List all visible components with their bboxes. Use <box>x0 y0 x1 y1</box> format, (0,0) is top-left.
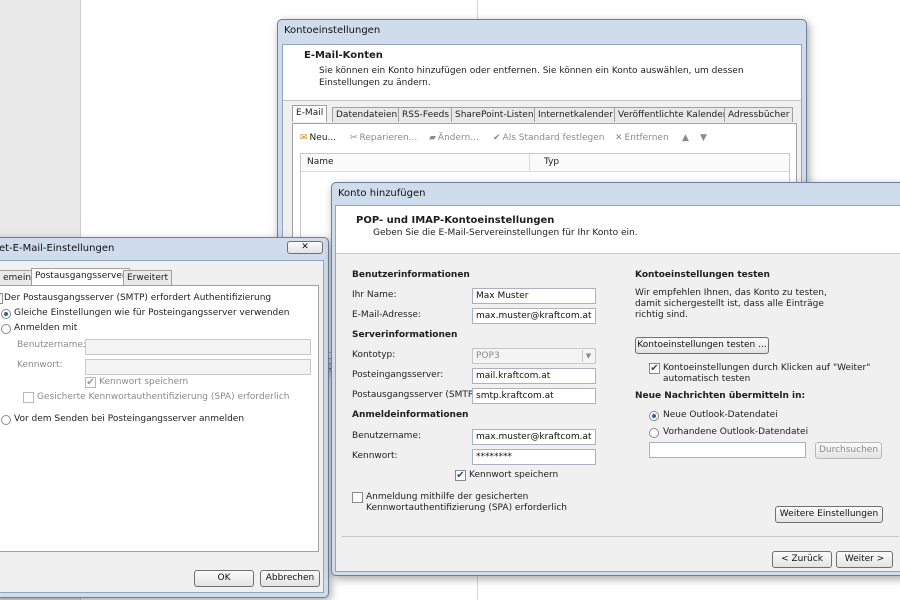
save-password-checkbox[interactable]: ✔ <box>455 470 466 481</box>
account-list-header: Name Typ <box>301 154 789 172</box>
spa-label: Anmeldung mithilfe der gesicherten Kennw… <box>366 492 567 513</box>
change-button[interactable]: ▰ Ändern... <box>429 133 479 143</box>
next-button[interactable]: Weiter > <box>836 551 893 568</box>
new-account-button[interactable]: ✉ Neu... <box>300 133 336 143</box>
save-password-checkbox[interactable]: ✔ <box>85 377 96 388</box>
new-mail-icon: ✉ <box>300 133 308 143</box>
close-button[interactable]: ✕ <box>287 241 323 254</box>
auto-test-label: Kontoeinstellungen durch Klicken auf "We… <box>663 363 871 384</box>
name-label: Ihr Name: <box>352 290 397 300</box>
account-tabs: E-Mail Datendateien RSS-Feeds SharePoint… <box>292 105 797 123</box>
username-field[interactable] <box>85 339 311 355</box>
login-with-label: Anmelden mit <box>14 323 78 333</box>
chevron-down-icon: ▼ <box>582 350 594 362</box>
internet-email-settings-window: et-E-Mail-Einstellungen ✕ emein Postausg… <box>0 237 329 598</box>
existing-datafile-label: Vorhandene Outlook-Datendatei <box>663 427 809 437</box>
add-account-window: Konto hinzufügen POP- und IMAP-Kontoeins… <box>331 182 900 576</box>
account-type-label: Kontotyp: <box>352 350 396 360</box>
column-name[interactable]: Name <box>307 157 334 167</box>
repair-icon: ✂ <box>350 133 358 143</box>
footer-divider <box>342 536 899 537</box>
username-label: Benutzername: <box>352 431 422 441</box>
same-settings-radio[interactable] <box>1 309 11 319</box>
username-field[interactable]: max.muster@kraftcom.at <box>472 429 596 445</box>
login-before-send-radio[interactable] <box>1 415 11 425</box>
server-info-heading: Serverinformationen <box>352 330 458 340</box>
header-title: E-Mail-Konten <box>304 50 383 61</box>
new-datafile-label: Neue Outlook-Datendatei <box>663 410 778 420</box>
header-title: POP- und IMAP-Kontoeinstellungen <box>356 215 555 226</box>
email-field[interactable]: max.muster@kraftcom.at <box>472 308 596 324</box>
tab-internet-calendar[interactable]: Internetkalender <box>534 107 617 122</box>
repair-button[interactable]: ✂ Reparieren... <box>350 133 417 143</box>
cancel-button[interactable]: Abbrechen <box>260 570 320 587</box>
auto-test-checkbox[interactable]: ✔ <box>649 363 660 374</box>
move-down-icon[interactable]: ▼ <box>700 133 707 143</box>
spa-checkbox[interactable] <box>352 492 363 503</box>
same-settings-label: Gleiche Einstellungen wie für Posteingan… <box>14 308 290 318</box>
test-heading: Kontoeinstellungen testen <box>635 270 770 280</box>
move-up-icon[interactable]: ▲ <box>682 133 689 143</box>
login-before-send-label: Vor dem Senden bei Posteingangsserver an… <box>14 414 245 424</box>
add-account-header: POP- und IMAP-Kontoeinstellungen Geben S… <box>336 206 900 254</box>
tab-address-books[interactable]: Adressbücher <box>724 107 794 122</box>
login-info-heading: Anmeldeinformationen <box>352 410 469 420</box>
tab-advanced[interactable]: Erweitert <box>123 270 173 285</box>
account-type-select[interactable]: POP3 ▼ <box>472 348 596 364</box>
new-datafile-radio[interactable] <box>649 411 659 421</box>
smtp-auth-label: Der Postausgangsserver (SMTP) erfordert … <box>4 293 272 303</box>
column-divider <box>529 154 530 172</box>
change-icon: ▰ <box>429 133 436 143</box>
spa-label: Gesicherte Kennwortauthentifizierung (SP… <box>37 392 290 402</box>
deliver-heading: Neue Nachrichten übermitteln in: <box>635 391 806 401</box>
tab-outgoing-server[interactable]: Postausgangsserver <box>31 268 130 285</box>
datafile-path-field[interactable] <box>649 442 806 458</box>
close-icon: ✕ <box>615 133 623 143</box>
test-description: Wir empfehlen Ihnen, das Konto zu testen… <box>635 288 827 320</box>
tab-general[interactable]: emein <box>0 270 36 285</box>
remove-button[interactable]: ✕ Entfernen <box>615 133 669 143</box>
internet-settings-client: emein Postausgangsserver Erweitert ✔ Der… <box>0 260 324 593</box>
more-settings-button[interactable]: Weitere Einstellungen <box>775 506 883 523</box>
login-with-radio[interactable] <box>1 324 11 334</box>
header-description: Sie können ein Konto hinzufügen oder ent… <box>319 66 744 88</box>
user-info-heading: Benutzerinformationen <box>352 270 470 280</box>
window-title: et-E-Mail-Einstellungen <box>0 243 115 254</box>
back-button[interactable]: < Zurück <box>772 551 832 568</box>
incoming-server-field[interactable]: mail.kraftcom.at <box>472 368 596 384</box>
password-field[interactable]: ******** <box>472 449 596 465</box>
window-title: Kontoeinstellungen <box>284 25 381 36</box>
username-label: Benutzername: <box>17 340 87 350</box>
save-password-label: Kennwort speichern <box>469 470 559 480</box>
name-field[interactable]: Max Muster <box>472 288 596 304</box>
close-icon: ✕ <box>301 242 309 252</box>
ok-button[interactable]: OK <box>194 570 254 587</box>
incoming-server-label: Posteingangsserver: <box>352 370 444 380</box>
test-account-button[interactable]: Kontoeinstellungen testen ... <box>635 337 769 354</box>
add-account-client: POP- und IMAP-Kontoeinstellungen Geben S… <box>335 205 900 572</box>
window-title: Konto hinzufügen <box>338 188 426 199</box>
password-field[interactable] <box>85 359 311 375</box>
tab-published-calendar[interactable]: Veröffentlichte Kalender <box>614 107 731 122</box>
tab-email[interactable]: E-Mail <box>292 105 328 122</box>
save-password-label: Kennwort speichern <box>99 377 189 387</box>
account-settings-header: E-Mail-Konten Sie können ein Konto hinzu… <box>283 45 801 101</box>
spa-checkbox[interactable] <box>23 392 34 403</box>
tab-rss-feeds[interactable]: RSS-Feeds <box>398 107 454 122</box>
column-type[interactable]: Typ <box>544 157 559 167</box>
tab-data-files[interactable]: Datendateien <box>332 107 402 122</box>
tab-sharepoint-lists[interactable]: SharePoint-Listen <box>451 107 538 122</box>
smtp-auth-checkbox[interactable]: ✔ <box>0 293 3 304</box>
password-label: Kennwort: <box>352 451 398 461</box>
existing-datafile-radio[interactable] <box>649 428 659 438</box>
set-default-button[interactable]: ✔ Als Standard festlegen <box>493 133 604 143</box>
header-description: Geben Sie die E-Mail-Servereinstellungen… <box>373 228 638 238</box>
account-toolbar: ✉ Neu... ✂ Reparieren... ▰ Ändern... ✔ Als S… <box>300 133 740 147</box>
checkmark-circle-icon: ✔ <box>493 133 501 143</box>
outgoing-server-label: Postausgangsserver (SMTP): <box>352 390 480 400</box>
email-label: E-Mail-Adresse: <box>352 310 421 320</box>
outgoing-server-field[interactable]: smtp.kraftcom.at <box>472 388 596 404</box>
password-label: Kennwort: <box>17 360 63 370</box>
browse-button[interactable]: Durchsuchen <box>815 442 882 459</box>
